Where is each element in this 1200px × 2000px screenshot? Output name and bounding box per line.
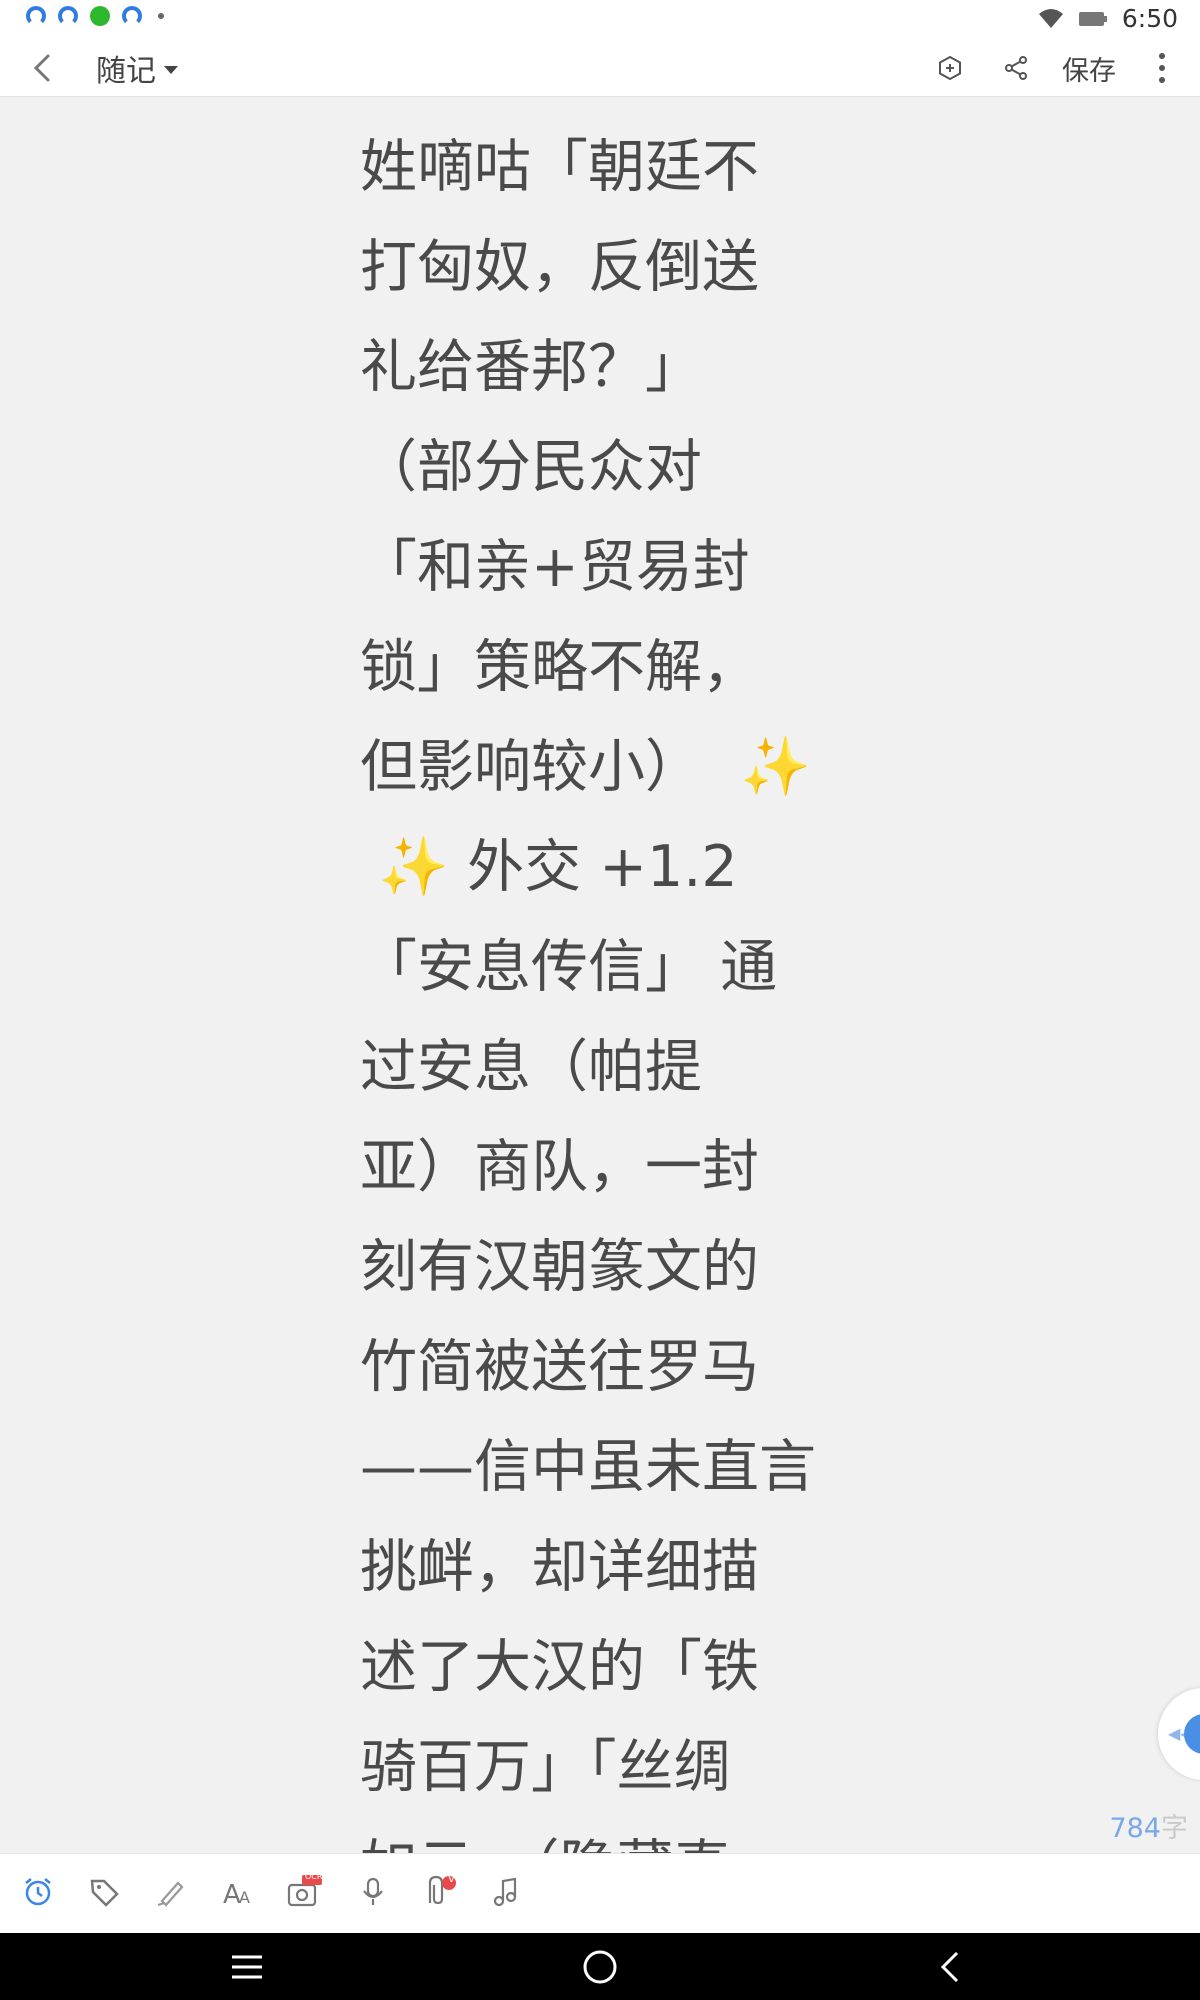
note-line: 打匈奴，反倒送 xyxy=(360,234,759,300)
note-line: 「和亲+贸易封 xyxy=(360,534,750,600)
hexagon-plus-icon xyxy=(939,55,961,81)
app-notification-icon xyxy=(122,6,142,26)
more-vertical-icon xyxy=(1159,53,1165,83)
clip-vip-button[interactable]: V xyxy=(420,1872,460,1912)
text-format-button[interactable]: A A xyxy=(218,1872,258,1912)
back-nav-button[interactable] xyxy=(925,1943,975,1991)
status-time: 6:50 xyxy=(1121,4,1178,33)
add-to-shortcut-button[interactable] xyxy=(930,48,970,88)
alarm-clock-icon xyxy=(25,1878,51,1906)
sparkles-icon: ✨ xyxy=(740,734,811,800)
note-line: 过安息（帕提 xyxy=(360,1034,702,1100)
note-line: 如云」（隐藏真 xyxy=(360,1817,840,1853)
share-button[interactable] xyxy=(996,48,1036,88)
back-arrow-icon xyxy=(940,1951,959,1983)
editor-toolbar: A A OCR V xyxy=(0,1853,1200,1934)
back-button[interactable] xyxy=(22,46,66,90)
svg-text:A: A xyxy=(239,1888,250,1907)
notebook-title: 随记 xyxy=(96,54,156,89)
notebook-selector[interactable]: 随记 xyxy=(96,46,178,90)
handle-indicator xyxy=(1184,1714,1200,1754)
audio-button[interactable] xyxy=(486,1872,526,1912)
voice-button[interactable] xyxy=(353,1872,393,1912)
caret-down-icon xyxy=(164,66,178,74)
note-line: ——信中虽未直言 xyxy=(360,1434,816,1500)
note-body[interactable]: 姓嘀咕「朝廷不 打匈奴，反倒送 礼给番邦？」 （部分民众对 「和亲+贸易封 锁」… xyxy=(360,117,840,1853)
microphone-icon xyxy=(363,1877,383,1905)
more-options-button[interactable] xyxy=(1142,48,1182,88)
more-notifications-dot xyxy=(158,13,164,19)
note-line: 姓嘀咕「朝廷不 xyxy=(360,134,759,200)
app-notification-icon xyxy=(58,6,78,26)
tag-button[interactable] xyxy=(85,1872,125,1912)
note-line: （部分民众对 xyxy=(360,434,702,500)
music-note-icon xyxy=(493,1877,517,1907)
note-line: 刻有汉朝篆文的 xyxy=(360,1234,759,1300)
font-size-icon: A A xyxy=(223,1880,250,1909)
reminder-button[interactable] xyxy=(18,1872,58,1912)
share-icon xyxy=(1005,56,1027,80)
menu-icon xyxy=(232,1955,262,1979)
handwriting-button[interactable] xyxy=(151,1872,191,1912)
notification-icons xyxy=(26,6,164,26)
word-count-unit: 字 xyxy=(1161,1813,1188,1844)
note-line: 述了大汉的「铁 xyxy=(360,1634,759,1700)
vip-badge: V xyxy=(448,1874,455,1885)
note-line-text: 但影响较小） xyxy=(360,734,702,800)
note-line: 亚）商队，一封 xyxy=(360,1134,759,1200)
note-line: 竹简被送往罗马 xyxy=(360,1334,759,1400)
note-line-text: 外交 +1.2 xyxy=(467,834,738,900)
note-line: ✨ 外交 +1.2 xyxy=(360,817,840,917)
wifi-icon xyxy=(1038,8,1064,30)
home-nav-button[interactable] xyxy=(575,1943,625,1991)
note-line: 挑衅，却详细描 xyxy=(360,1534,759,1600)
battery-icon xyxy=(1078,9,1108,29)
word-count: 784字 xyxy=(1109,1806,1188,1845)
save-button[interactable]: 保存 xyxy=(1062,49,1116,88)
pen-icon xyxy=(157,1881,184,1907)
status-bar: 6:50 xyxy=(0,0,1200,40)
note-editor[interactable]: 姓嘀咕「朝廷不 打匈奴，反倒送 礼给番邦？」 （部分民众对 「和亲+贸易封 锁」… xyxy=(0,97,1200,1853)
ocr-badge: OCR xyxy=(305,1872,323,1881)
app-notification-icon xyxy=(26,6,46,26)
sparkles-icon: ✨ xyxy=(378,834,449,900)
camera-ocr-button[interactable]: OCR xyxy=(285,1872,325,1912)
menu-nav-button[interactable] xyxy=(222,1943,272,1991)
home-circle-icon xyxy=(583,1950,617,1984)
note-line: 锁」策略不解， xyxy=(360,634,759,700)
note-line: 骑百万」「丝绸 xyxy=(360,1734,731,1800)
note-line: 礼给番邦？」 xyxy=(360,334,702,400)
chevron-left-icon xyxy=(33,54,50,82)
system-nav-bar xyxy=(0,1933,1200,2000)
note-line: 但影响较小） ✨ xyxy=(360,717,840,817)
tag-icon xyxy=(90,1879,119,1907)
gallery-notification-icon xyxy=(90,6,110,26)
word-count-value: 784 xyxy=(1109,1813,1161,1844)
note-line: 「安息传信」 通 xyxy=(360,934,778,1000)
app-bar: 随记 保存 xyxy=(0,40,1200,97)
